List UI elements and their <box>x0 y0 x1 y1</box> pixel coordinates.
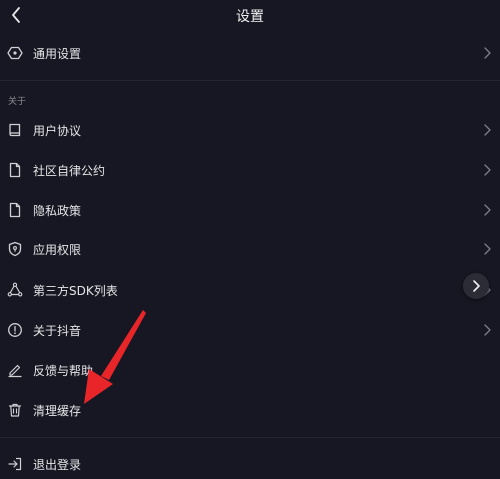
chevron-right-icon <box>484 124 491 136</box>
general-settings-label: 通用设置 <box>33 47 82 61</box>
about-douyin-label: 关于抖音 <box>33 324 82 338</box>
page-title: 设置 <box>236 9 264 25</box>
document-icon <box>6 201 24 219</box>
share-triangle-icon <box>6 281 24 299</box>
chevron-right-icon <box>484 243 491 255</box>
chevron-right-icon <box>484 47 491 59</box>
book-icon <box>6 121 24 139</box>
feedback-help-row[interactable]: 反馈与帮助 <box>0 352 500 388</box>
floating-next-button[interactable] <box>463 273 489 299</box>
hexagon-settings-icon <box>6 44 24 62</box>
section-divider <box>0 80 500 81</box>
info-circle-icon <box>6 321 24 339</box>
shield-icon <box>6 240 24 258</box>
chevron-right-icon <box>484 324 491 336</box>
about-section-label: 关于 <box>8 97 27 107</box>
community-convention-label: 社区自律公约 <box>33 164 106 178</box>
third-party-sdk-label: 第三方SDK列表 <box>33 284 118 298</box>
settings-screen: 设置 通用设置 关于 用户协议 社区自律公约 隐私政策 应用权限 第三方SDK列… <box>0 0 500 479</box>
logout-row[interactable]: 退出登录 <box>0 446 500 479</box>
section-divider <box>0 437 500 438</box>
clear-cache-row[interactable]: 清理缓存 <box>0 392 500 428</box>
feedback-help-label: 反馈与帮助 <box>33 364 94 378</box>
third-party-sdk-row[interactable]: 第三方SDK列表 <box>0 272 500 308</box>
privacy-policy-row[interactable]: 隐私政策 <box>0 192 500 228</box>
pencil-icon <box>6 361 24 379</box>
trash-icon <box>6 401 24 419</box>
user-agreement-row[interactable]: 用户协议 <box>0 112 500 148</box>
logout-label: 退出登录 <box>33 458 82 472</box>
privacy-policy-label: 隐私政策 <box>33 204 82 218</box>
chevron-right-icon <box>484 204 491 216</box>
clear-cache-label: 清理缓存 <box>33 404 82 418</box>
chevron-right-icon <box>473 280 480 292</box>
top-bar: 设置 <box>0 0 500 30</box>
user-agreement-label: 用户协议 <box>33 124 82 138</box>
document-icon <box>6 161 24 179</box>
app-permissions-row[interactable]: 应用权限 <box>0 231 500 267</box>
general-settings-row[interactable]: 通用设置 <box>0 35 500 71</box>
chevron-right-icon <box>484 164 491 176</box>
community-convention-row[interactable]: 社区自律公约 <box>0 152 500 188</box>
about-douyin-row[interactable]: 关于抖音 <box>0 312 500 348</box>
app-permissions-label: 应用权限 <box>33 243 82 257</box>
logout-icon <box>6 455 24 473</box>
